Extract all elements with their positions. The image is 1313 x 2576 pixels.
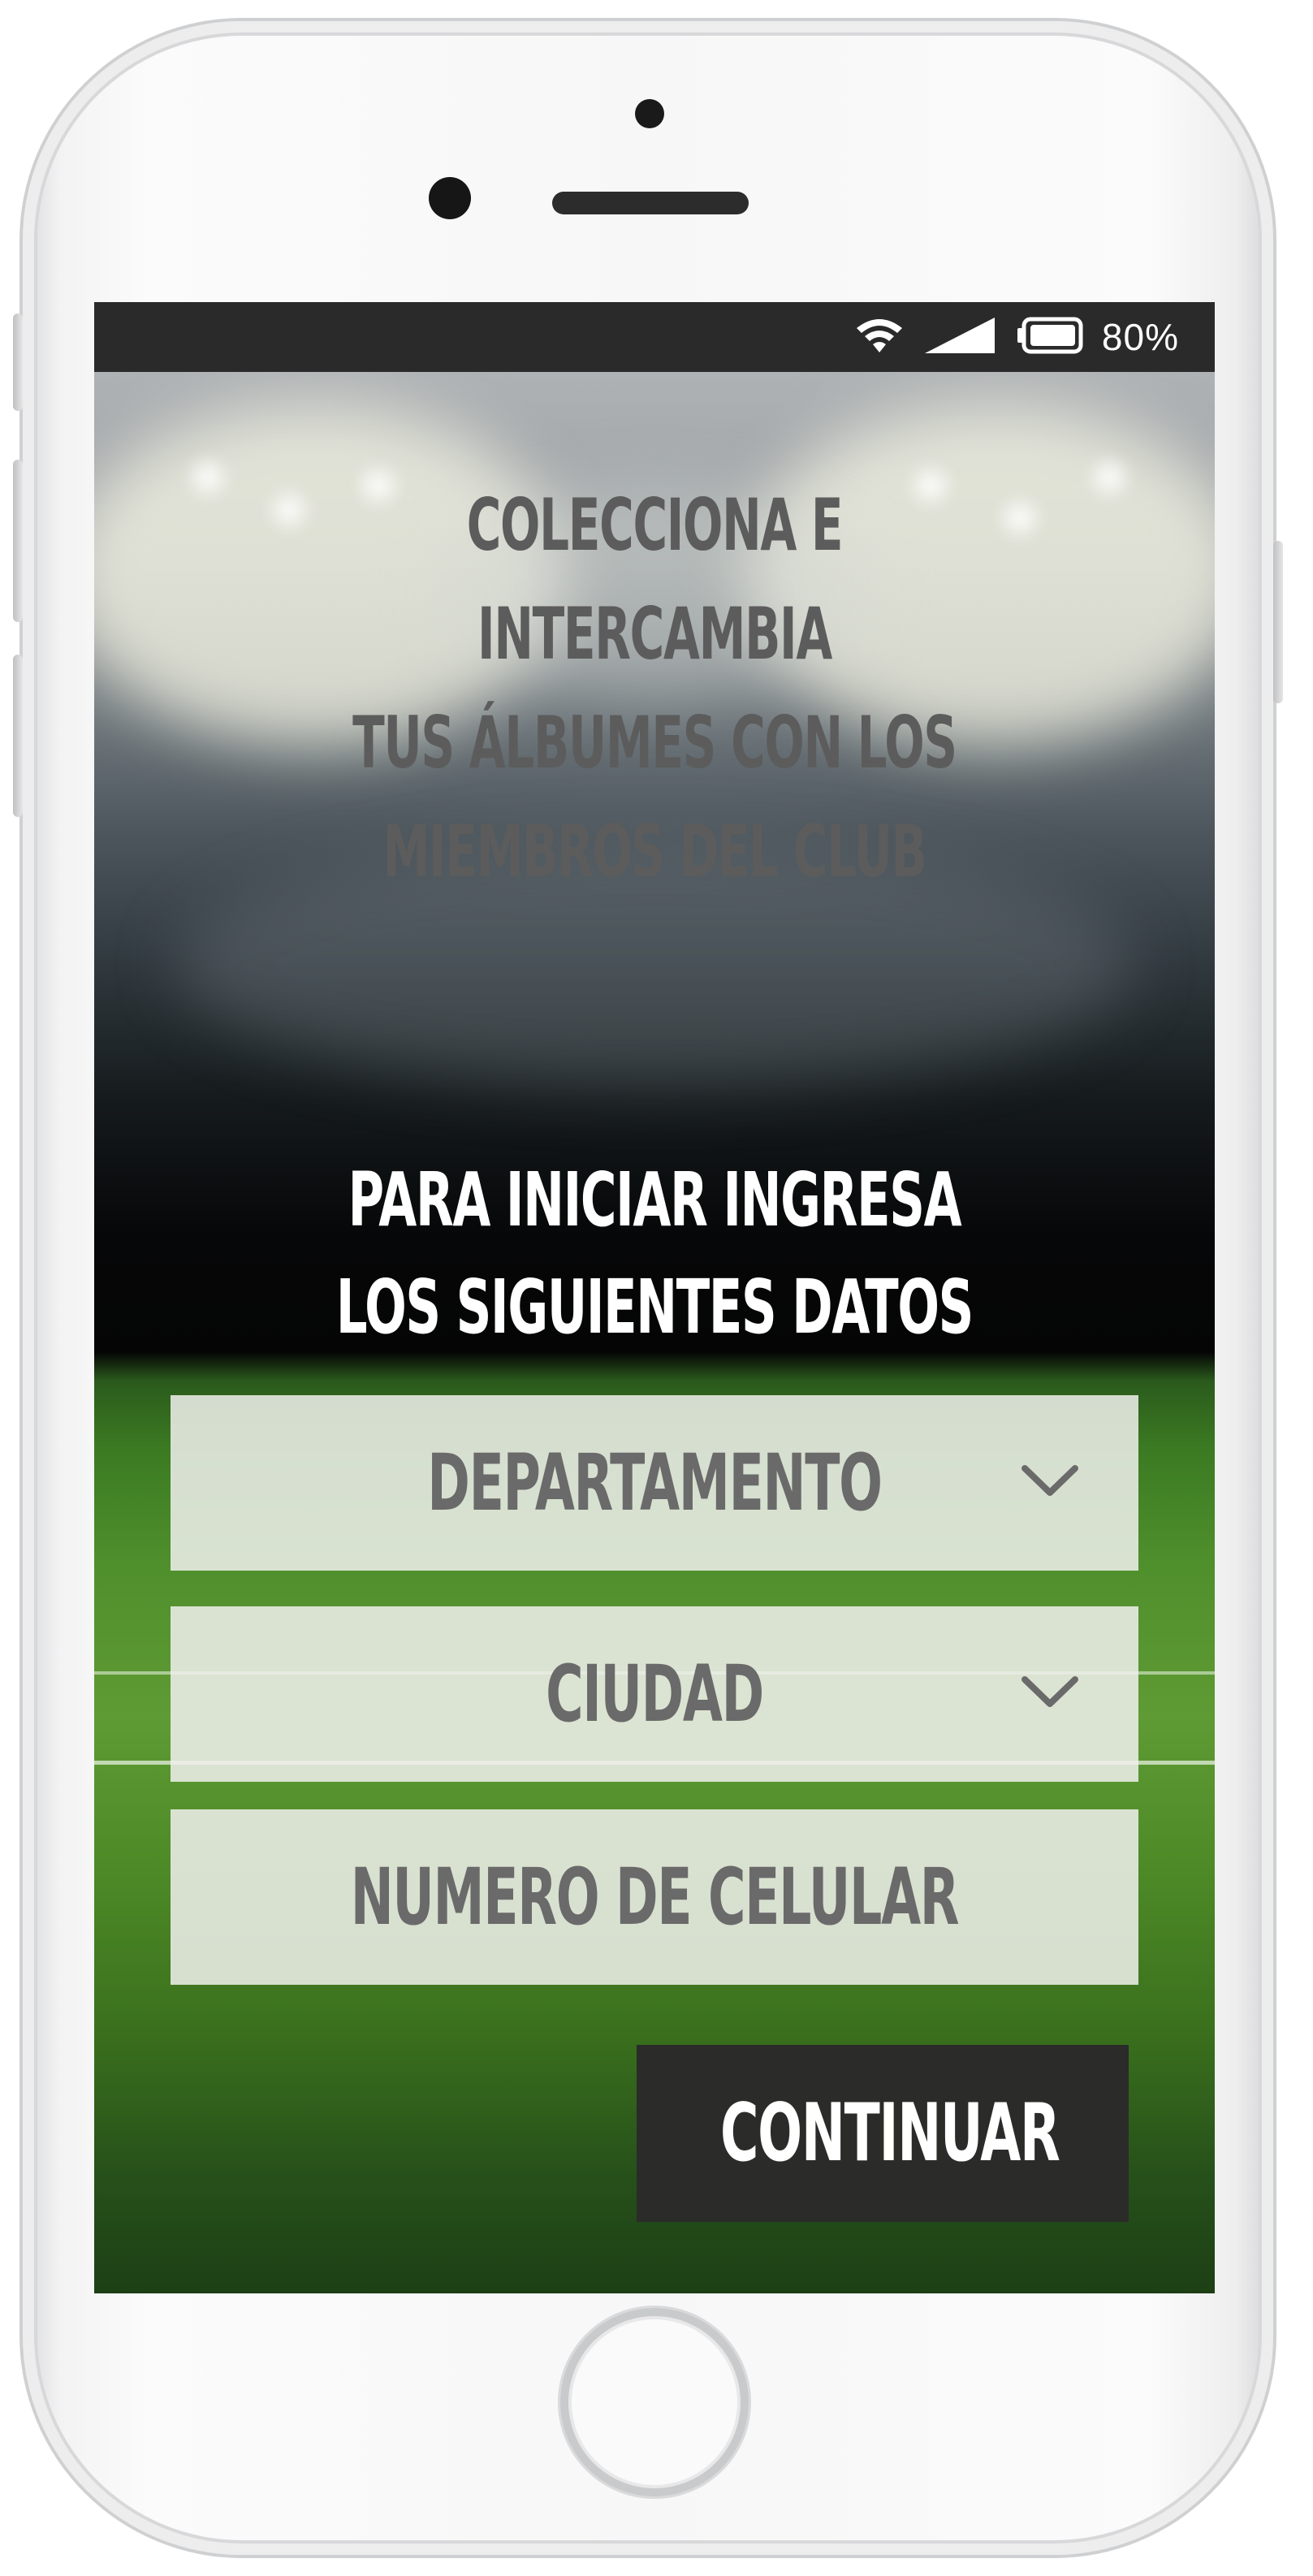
volume-up-button — [13, 460, 23, 622]
signal-icon — [923, 316, 998, 358]
status-bar: 80% — [94, 302, 1215, 372]
intro-line: MIEMBROS DEL CLUB — [382, 810, 927, 893]
department-label: DEPARTAMENTO — [427, 1437, 883, 1528]
volume-down-button — [13, 655, 23, 817]
intro-headline: COLECCIONA E INTERCAMBIA TUS ÁLBUMES CON… — [285, 471, 1025, 906]
city-select[interactable]: CIUDAD — [171, 1606, 1138, 1782]
chevron-down-icon — [1021, 1675, 1078, 1710]
wifi-icon — [853, 315, 905, 359]
proximity-sensor — [635, 99, 664, 128]
city-label: CIUDAD — [546, 1649, 764, 1740]
battery-percentage: 80% — [1101, 316, 1179, 358]
power-button — [1273, 541, 1283, 703]
prompt-headline: PARA INICIAR INGRESA LOS SIGUIENTES DATO… — [285, 1147, 1025, 1361]
chevron-down-icon — [1021, 1463, 1078, 1499]
prompt-line: PARA INICIAR INGRESA — [348, 1156, 962, 1243]
phone-number-placeholder: NUMERO DE CELULAR — [350, 1852, 960, 1943]
home-button[interactable] — [560, 2308, 749, 2496]
continue-label: CONTINUAR — [720, 2087, 1060, 2180]
stage: 80% COLECCIONA E INTERCAMBIA TUS ÁLBUMES… — [0, 0, 1313, 2576]
continue-button[interactable]: CONTINUAR — [637, 2045, 1129, 2222]
battery-icon — [1016, 316, 1084, 358]
mute-switch — [13, 313, 23, 411]
phone-number-input[interactable]: NUMERO DE CELULAR — [171, 1809, 1138, 1985]
department-select[interactable]: DEPARTAMENTO — [171, 1395, 1138, 1571]
earpiece-speaker — [552, 192, 749, 214]
stadium-light — [1093, 461, 1125, 494]
stadium-light — [192, 461, 224, 494]
front-camera — [429, 177, 471, 219]
status-icons: 80% — [853, 302, 1179, 372]
intro-line: COLECCIONA E INTERCAMBIA — [466, 483, 844, 676]
prompt-line: LOS SIGUIENTES DATOS — [335, 1264, 974, 1351]
screen: 80% COLECCIONA E INTERCAMBIA TUS ÁLBUMES… — [94, 302, 1215, 2293]
intro-line: TUS ÁLBUMES CON LOS — [352, 701, 957, 784]
